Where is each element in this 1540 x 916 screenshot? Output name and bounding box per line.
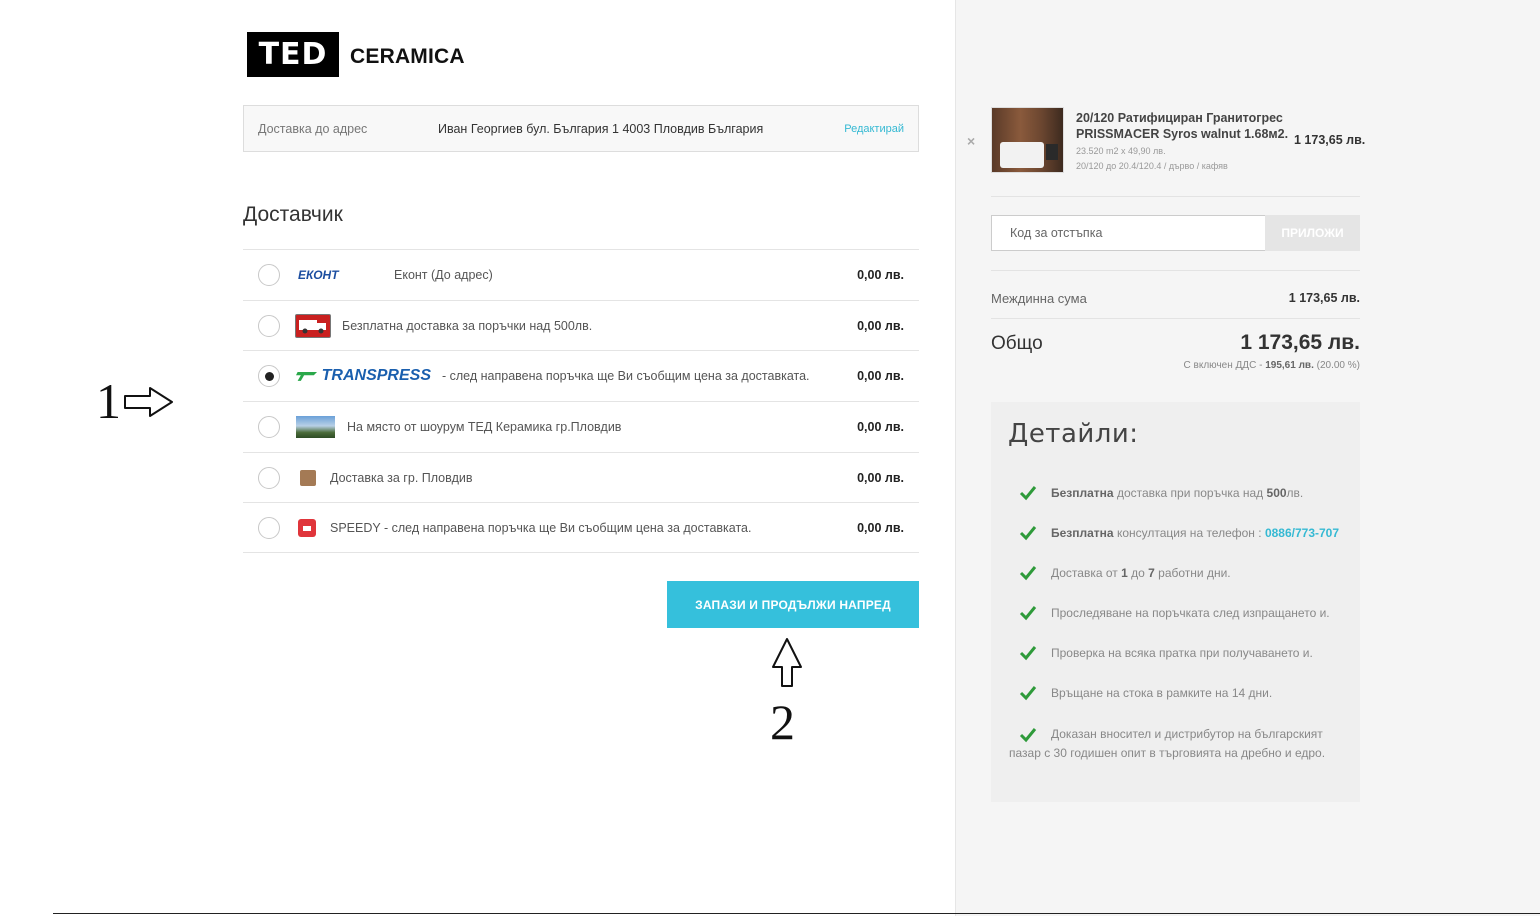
detail-item: Проследяване на поръчката след изпращане… [1019,604,1330,622]
vat-rate: (20.00 %) [1316,360,1360,371]
shipping-radio[interactable] [258,263,280,286]
truck-icon [295,313,331,338]
detail-text: Проверка на всяка пратка при получаванет… [1051,646,1313,660]
shipping-option-free[interactable]: Безплатна доставка за поръчки над 500лв.… [243,299,919,351]
annotation-number-2: 2 [770,694,795,750]
shipping-radio-selected[interactable] [258,365,280,388]
save-and-continue-button[interactable]: ЗАПАЗИ И ПРОДЪЛЖИ НАПРЕД [667,581,919,628]
logo-mark: TED [247,31,339,77]
transpress-logo: TRANSPRESS [296,365,431,387]
logo-text: CERAMICA [350,45,465,68]
total-label: Общо [991,333,1043,354]
shipping-option-price: 0,00 лв. [857,318,904,333]
shipping-option-plovdiv[interactable]: Доставка за гр. Пловдив 0,00 лв. [243,451,919,503]
arrow-up-icon [772,638,802,687]
remove-item-icon[interactable]: × [967,133,975,149]
product-thumbnail[interactable] [991,107,1064,173]
box-icon [300,469,316,486]
arrow-right-icon [124,387,173,417]
shipping-section-title: Доставчик [243,203,343,226]
product-quantity: 23.520 m2 x 49,90 лв. [1076,146,1166,156]
vat-prefix: С включен ДДС - [1183,360,1263,371]
detail-text: Доказан вносител и дистрибутор на българ… [1009,727,1326,760]
shipping-option-label: На място от шоурум ТЕД Керамика гр.Пловд… [347,419,622,434]
shipping-option-price: 0,00 лв. [857,267,904,282]
product-price: 1 173,65 лв. [1294,133,1366,147]
check-icon [1019,526,1037,541]
detail-text: работни дни. [1154,566,1231,580]
apply-discount-button[interactable]: ПРИЛОЖИ [1265,215,1360,251]
shipping-option-label: Еконт (До адрес) [394,267,493,282]
product-title[interactable]: 20/120 Ратифициран Гранитогрес PRISSMACE… [1076,110,1291,142]
shipping-option-speedy[interactable]: SPEEDY - след направена поръчка ще Ви съ… [243,502,919,554]
divider [991,196,1360,197]
detail-bold: Безплатна [1051,526,1114,540]
check-icon [1019,646,1037,661]
shipping-option-label: - след направена поръчка ще Ви съобщим ц… [442,369,810,384]
shipping-option-price: 0,00 лв. [857,520,904,535]
shipping-option-transpress[interactable]: TRANSPRESS - след направена поръчка ще В… [243,350,919,401]
details-title: Детайли: [1008,419,1139,449]
address-value: Иван Георгиев бул. България 1 4003 Пловд… [438,121,764,136]
shipping-radio[interactable] [258,415,280,438]
divider [991,270,1360,271]
detail-text: Доставка от [1051,566,1122,580]
discount-code-input[interactable] [991,215,1266,251]
bottom-divider [53,913,1540,914]
detail-item: Доставка от 1 до 7 работни дни. [1019,564,1231,582]
shipping-option-price: 0,00 лв. [857,369,904,384]
check-icon [1019,486,1037,501]
shipping-radio[interactable] [258,516,280,539]
check-icon [1019,606,1037,621]
transpress-logo-text: TRANSPRESS [321,367,431,385]
check-icon [1019,686,1037,701]
detail-bold: 1 [1121,566,1128,580]
detail-bold: 7 [1148,566,1155,580]
edit-address-link[interactable]: Редактирай [844,123,904,135]
vat-info: С включен ДДС - 195,61 лв. (20.00 %) [1184,360,1360,371]
showroom-icon [296,415,335,438]
speedy-logo [298,518,316,537]
shipping-option-price: 0,00 лв. [857,419,904,434]
details-box: Детайли: Безплатна доставка при поръчка … [991,402,1360,802]
detail-text: лв. [1286,486,1304,500]
detail-item: Безплатна доставка при поръчка над 500лв… [1019,484,1303,502]
detail-item: Доказан вносител и дистрибутор на българ… [1009,725,1349,762]
shipping-option-label: Безплатна доставка за поръчки над 500лв. [342,318,593,333]
detail-text: доставка при поръчка над [1113,486,1267,500]
check-icon [1019,727,1037,743]
detail-text: консултация на телефон : [1113,526,1265,540]
detail-text: Проследяване на поръчката след изпращане… [1051,606,1330,620]
total-value: 1 173,65 лв. [1240,331,1360,354]
subtotal-value: 1 173,65 лв. [1288,291,1360,305]
shipping-radio[interactable] [258,466,280,489]
detail-item: Безплатна консултация на телефон : 0886/… [1019,524,1339,542]
detail-item: Проверка на всяка пратка при получаванет… [1019,644,1313,662]
product-variant: 20/120 до 20.4/120.4 / дърво / кафяв [1076,161,1228,171]
brand-logo[interactable]: TED CERAMICA [247,31,465,77]
shipping-radio[interactable] [258,314,280,337]
shipping-option-label: Доставка за гр. Пловдив [330,470,473,485]
econt-logo: ЕКОНТ [298,267,339,282]
shipping-option-showroom[interactable]: На място от шоурум ТЕД Керамика гр.Пловд… [243,401,919,452]
detail-bold: Безплатна [1051,486,1114,500]
detail-item: Връщане на стока в рамките на 14 дни. [1019,684,1272,702]
detail-bold: 500 [1266,486,1287,500]
vat-amount: 195,61 лв. [1265,360,1314,371]
subtotal-label: Междинна сума [991,291,1087,306]
phone-link[interactable]: 0886/773-707 [1265,526,1339,540]
shipping-option-price: 0,00 лв. [857,470,904,485]
check-icon [1019,566,1037,581]
shipping-options-list: ЕКОНТ Еконт (До адрес) 0,00 лв. Безплатн… [243,249,919,554]
detail-text: до [1127,566,1149,580]
divider [991,318,1360,319]
shipping-option-label: SPEEDY - след направена поръчка ще Ви съ… [330,520,752,535]
shipping-option-econt[interactable]: ЕКОНТ Еконт (До адрес) 0,00 лв. [243,249,919,300]
shipping-address-box: Доставка до адрес Иван Георгиев бул. Бъл… [243,105,919,152]
annotation-number-1: 1 [96,373,121,429]
address-label: Доставка до адрес [258,121,368,136]
detail-text: Връщане на стока в рамките на 14 дни. [1051,686,1273,700]
